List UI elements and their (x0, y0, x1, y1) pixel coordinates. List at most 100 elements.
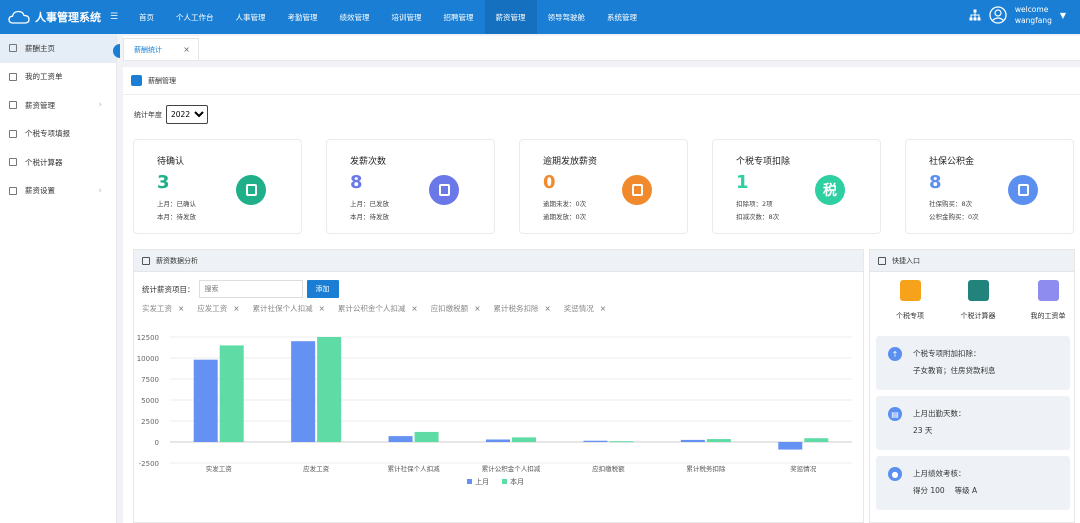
nav-item[interactable]: 首页 (128, 0, 165, 34)
remove-chip-icon[interactable]: × (319, 304, 325, 313)
x-tick-label: 奖惩情况 (790, 464, 817, 473)
sidebar-item[interactable]: 个税专项填报 (0, 120, 116, 149)
chip-label: 累计公积金个人扣减 (337, 304, 406, 313)
filter-chip: 累计公积金个人扣减 × (338, 303, 418, 314)
filter-chip: 实发工资 × (142, 303, 184, 314)
bar (193, 359, 218, 442)
arrow-up-icon: ↑ (888, 347, 902, 361)
org-chart-icon[interactable] (969, 9, 981, 21)
quick-entry-icon (899, 280, 921, 301)
sidebar-item[interactable]: 我的工资单 (0, 63, 116, 92)
nav-item[interactable]: 薪资管理 (484, 0, 537, 34)
main-nav: 首页 个人工作台 人事管理 考勤管理 绩效管理 培训管理 招聘管理 薪资管理 领导驾驶舱 系统管理 (128, 0, 648, 34)
nav-item[interactable]: 招聘管理 (433, 0, 485, 34)
legend-label: 上月 (475, 477, 489, 486)
quick-access-header: 快捷入口 (870, 250, 1074, 272)
add-button[interactable]: 添加 (306, 280, 339, 298)
remove-chip-icon[interactable]: × (474, 304, 480, 313)
bar (680, 439, 705, 442)
legend-swatch (502, 479, 507, 484)
caret-down-icon[interactable]: ▼ (1060, 11, 1066, 20)
nav-item[interactable]: 个人工作台 (165, 0, 225, 34)
bar (778, 442, 803, 450)
card-detail: 上月：已确认 (157, 200, 196, 208)
nav-item[interactable]: 绩效管理 (329, 0, 381, 34)
remove-chip-icon[interactable]: × (233, 304, 239, 313)
quick-entry[interactable]: 个税专项 (882, 280, 938, 321)
menu-item-icon (9, 72, 17, 81)
sidebar-item-label: 薪资设置 (25, 186, 55, 196)
tax-icon: 税 (815, 175, 845, 205)
sidebar-collapse-handle[interactable] (113, 44, 120, 58)
year-select[interactable]: 2022 (166, 105, 208, 124)
stat-card: 待确认 3 上月：已确认 本月：待发放 (133, 139, 302, 234)
quick-entry[interactable]: 个税计算器 (950, 280, 1006, 321)
nav-item[interactable]: 领导驾驶舱 (537, 0, 597, 34)
app-logo: 人事管理系统 ☰ (0, 9, 125, 25)
person-icon: ● (888, 467, 902, 481)
card-detail: 逾期未发：0次 (543, 200, 587, 208)
chip-label: 奖惩情况 (563, 304, 594, 313)
card-value: 8 (929, 172, 942, 193)
y-tick-label: 5000 (141, 397, 159, 405)
quick-entry-label: 我的工资单 (1030, 312, 1066, 320)
y-tick-label: 0 (155, 439, 159, 447)
hand-icon (1008, 175, 1038, 205)
remove-chip-icon[interactable]: × (178, 304, 184, 313)
y-tick-label: -2500 (139, 460, 159, 468)
stat-card: 社保公积金 8 社保购买：8次 公积金购买：0次 (905, 139, 1074, 234)
tab-salary-statistics[interactable]: 薪酬统计 × (123, 38, 199, 60)
close-icon[interactable]: × (183, 45, 190, 54)
x-tick-label: 累计公积金个人扣减 (482, 464, 541, 473)
bar (512, 437, 536, 442)
sidebar-item[interactable]: 薪资管理 › (0, 91, 116, 120)
analysis-header: 薪资数据分析 (134, 250, 863, 272)
x-tick-label: 应扣缴税额 (592, 464, 625, 473)
nav-item[interactable]: 系统管理 (596, 0, 648, 34)
stat-card: 个税专项扣除 1 扣除项：2项 扣减次数：8次 税 (712, 139, 881, 234)
user-welcome[interactable]: welcome wangfang (1015, 4, 1052, 26)
sidebar-item-label: 薪资管理 (25, 100, 55, 110)
remove-chip-icon[interactable]: × (411, 304, 417, 313)
sidebar-item[interactable]: 薪酬主页 (0, 34, 116, 63)
icon-glyph (245, 184, 257, 196)
main-content: 薪酬管理 统计年度 2022 待确认 3 上月：已确认 本月：待发放 发薪次数 8 上月：已… (123, 67, 1080, 523)
sidebar-item[interactable]: 薪资设置 › (0, 177, 116, 206)
y-tick-label: 7500 (141, 376, 159, 384)
card-detail: 逾期发放：0次 (543, 213, 587, 221)
tabs-bar: 薪酬统计 × (123, 36, 1080, 61)
bar (583, 440, 608, 442)
icon-glyph (438, 184, 450, 196)
card-detail: 社保购买：8次 (929, 200, 973, 208)
sidebar-item-label: 个税专项填报 (25, 129, 70, 139)
remove-chip-icon[interactable]: × (600, 304, 606, 313)
menu-item-icon (9, 158, 17, 167)
card-detail: 扣除项：2项 (736, 200, 773, 208)
filter-chip: 应扣缴税额 × (431, 303, 481, 314)
quick-entry[interactable]: 我的工资单 (1020, 280, 1076, 321)
menu-toggle-icon[interactable]: ☰ (110, 12, 118, 22)
sidebar-item[interactable]: 个税计算器 (0, 148, 116, 177)
chip-label: 应发工资 (197, 304, 228, 313)
x-tick-label: 实发工资 (206, 464, 233, 473)
filter-chip: 奖惩情况 × (564, 303, 606, 314)
y-tick-label: 10000 (137, 355, 159, 363)
card-detail: 本月：待发放 (350, 213, 389, 221)
sidebar-item-label: 我的工资单 (25, 72, 63, 82)
remove-chip-icon[interactable]: × (544, 304, 550, 313)
nav-item[interactable]: 人事管理 (225, 0, 277, 34)
nav-item[interactable]: 考勤管理 (277, 0, 329, 34)
chart-panel-icon (142, 256, 150, 265)
bar (609, 441, 634, 443)
chip-label: 累计税务扣除 (493, 304, 539, 313)
card-detail: 扣减次数：8次 (736, 213, 780, 221)
app-name: 人事管理系统 (35, 11, 101, 24)
nav-item[interactable]: 培训管理 (381, 0, 433, 34)
chevron-right-icon: › (98, 185, 102, 196)
bar (706, 439, 731, 442)
search-input[interactable] (198, 280, 303, 298)
medal-icon (622, 175, 652, 205)
info-card: ▤ 上月出勤天数： 23 天 (876, 396, 1070, 450)
info-title: 上月出勤天数： (913, 409, 966, 418)
avatar-icon[interactable] (989, 6, 1007, 24)
